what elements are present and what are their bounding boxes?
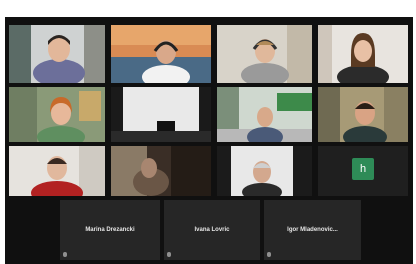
participant-name-tile[interactable]: Marina Drezancki [60, 200, 160, 260]
participant-video-tile[interactable] [9, 87, 105, 142]
participant-video [318, 87, 408, 142]
avatar-initial: h [359, 163, 367, 175]
participant-video [111, 146, 211, 196]
participant-video-tile[interactable] [318, 25, 408, 83]
participant-avatar: h [352, 158, 374, 180]
participant-video [318, 25, 408, 83]
participant-name: Ivana Lovric [194, 227, 230, 233]
microphone-icon [267, 252, 271, 257]
participant-video [9, 87, 105, 142]
participant-video [217, 146, 312, 196]
participant-video-tile[interactable] [9, 146, 105, 196]
participant-video [217, 87, 312, 142]
participant-video-tile[interactable] [318, 87, 408, 142]
participant-name-tile[interactable]: Ivana Lovric [164, 200, 260, 260]
microphone-icon [63, 252, 67, 257]
participant-video [111, 25, 211, 83]
video-meeting-grid: h Marina Drezancki Ivana Lovric Igor Mla… [5, 17, 413, 264]
participant-video-tile[interactable] [217, 87, 312, 142]
participant-video-tile[interactable] [111, 87, 211, 142]
participant-video [217, 25, 312, 83]
participant-video-tile[interactable] [217, 25, 312, 83]
participant-name: Marina Drezancki [85, 227, 135, 233]
participant-name: Igor Mladenovic... [287, 227, 338, 233]
participant-avatar-tile[interactable]: h [318, 146, 408, 196]
participant-name-tile[interactable]: Igor Mladenovic... [264, 200, 361, 260]
participant-video [111, 87, 211, 142]
participant-video-tile[interactable] [111, 146, 211, 196]
participant-video-tile[interactable] [9, 25, 105, 83]
participant-video [9, 146, 105, 196]
microphone-icon [167, 252, 171, 257]
participant-video [9, 25, 105, 83]
participant-video-tile[interactable] [111, 25, 211, 83]
participant-video-tile[interactable] [217, 146, 312, 196]
